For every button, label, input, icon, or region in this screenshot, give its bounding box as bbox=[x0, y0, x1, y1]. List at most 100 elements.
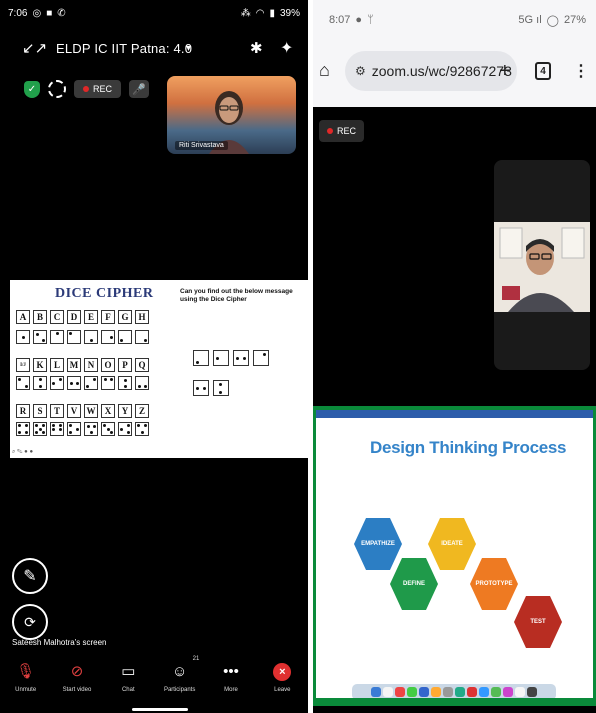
die-18 bbox=[33, 422, 47, 436]
meeting-title[interactable]: ELDP IC IIT Patna: 4.0 bbox=[56, 41, 192, 56]
die-19 bbox=[50, 422, 64, 436]
slide-canvas: Design Thinking Process EMPATHIZE DEFINE… bbox=[316, 410, 593, 698]
browser-chrome: 8:07 ● ᛘ 5G ıl ◯ 27% ⌂ ⚙ zoom.us/wc/9286… bbox=[313, 0, 596, 107]
die-9 bbox=[16, 376, 30, 390]
leave-button[interactable]: × Leave bbox=[257, 654, 308, 702]
recording-badge[interactable]: REC bbox=[74, 80, 122, 98]
letter-cell: Y bbox=[118, 404, 132, 418]
chat-icon: ▭ bbox=[121, 663, 136, 680]
shield-icon[interactable]: ✓ bbox=[24, 80, 40, 98]
letter-cell: F bbox=[101, 310, 115, 324]
participants-icon: ☺ bbox=[171, 663, 188, 680]
die-11 bbox=[50, 376, 64, 390]
letter-row-1: A B C D E F G H bbox=[16, 310, 149, 324]
die-2 bbox=[33, 330, 47, 344]
status-time: 7:06 bbox=[8, 7, 28, 19]
record-dot-icon bbox=[327, 128, 333, 134]
more-icon: ••• bbox=[223, 663, 239, 680]
app-icon[interactable] bbox=[407, 687, 417, 697]
start-video-button[interactable]: ⊘ Start video bbox=[51, 654, 102, 702]
annotation-tools-icon[interactable]: ⌕ ✎ ● ● bbox=[12, 449, 33, 456]
dice-row-1 bbox=[16, 330, 149, 344]
toolbar-label: Unmute bbox=[15, 687, 37, 693]
app-icon[interactable] bbox=[431, 687, 441, 697]
new-tab-icon[interactable]: + bbox=[499, 60, 511, 83]
gesture-bar[interactable] bbox=[132, 708, 188, 711]
muted-mic-icon[interactable]: 🎤 bbox=[129, 80, 150, 98]
app-icon[interactable] bbox=[455, 687, 465, 697]
minimize-icon[interactable]: ↙↗ bbox=[22, 39, 47, 57]
app-icon[interactable] bbox=[515, 687, 525, 697]
rotate-screen-icon[interactable]: ⟳ bbox=[12, 604, 48, 640]
cipher-message-row-2 bbox=[193, 380, 229, 396]
letter-cell: T bbox=[50, 404, 64, 418]
letter-cell: D bbox=[67, 310, 81, 324]
site-settings-icon[interactable]: ⚙ bbox=[355, 64, 366, 78]
toolbar-label: More bbox=[224, 687, 238, 693]
message-die bbox=[253, 350, 269, 366]
letter-cell: Z bbox=[135, 404, 149, 418]
app-icon[interactable] bbox=[443, 687, 453, 697]
participants-button[interactable]: ☺ 21 Participants bbox=[154, 654, 205, 702]
overflow-menu-icon[interactable]: ⋮ bbox=[573, 61, 589, 81]
die-21 bbox=[84, 422, 98, 436]
rec-label: REC bbox=[337, 126, 357, 136]
participant-video[interactable] bbox=[494, 222, 590, 312]
app-icon[interactable] bbox=[419, 687, 429, 697]
instagram-icon: ◎ bbox=[32, 7, 42, 19]
annotate-pencil-icon[interactable]: ✎ bbox=[12, 558, 48, 594]
die-23 bbox=[118, 422, 132, 436]
die-6 bbox=[101, 330, 115, 344]
letter-cell: L bbox=[50, 358, 64, 372]
unmute-button[interactable]: 🎙 Unmute bbox=[0, 654, 51, 702]
app-icon[interactable] bbox=[503, 687, 513, 697]
recording-badge[interactable]: REC bbox=[319, 120, 365, 142]
letter-cell: A bbox=[16, 310, 30, 324]
presenter-menubar bbox=[316, 410, 593, 418]
url-text[interactable]: zoom.us/wc/92867273 bbox=[372, 63, 512, 79]
app-icon[interactable] bbox=[395, 687, 405, 697]
meeting-toolbar: 🎙 Unmute ⊘ Start video ▭ Chat ☺ 21 Parti… bbox=[0, 654, 308, 702]
letter-cell: B bbox=[33, 310, 47, 324]
message-die bbox=[213, 380, 229, 396]
right-phone-browser: 8:07 ● ᛘ 5G ıl ◯ 27% ⌂ ⚙ zoom.us/wc/9286… bbox=[313, 0, 596, 713]
app-icon[interactable] bbox=[479, 687, 489, 697]
letter-cell: G bbox=[118, 310, 132, 324]
screenshot-composite: 7:06 ◎ ■ ✆ ⁂ ◠ ▮ 39% ↙↗ ELDP IC IIT Patn… bbox=[0, 0, 596, 713]
phone-icon: ✆ bbox=[57, 7, 66, 19]
trash-icon[interactable] bbox=[527, 687, 537, 697]
chevron-down-icon[interactable]: ▾ bbox=[186, 43, 191, 54]
home-icon[interactable]: ⌂ bbox=[319, 60, 339, 82]
finder-app-icon[interactable] bbox=[371, 687, 381, 697]
letter-row-3: R S T V W X Y Z bbox=[16, 404, 149, 418]
battery-icon: ▮ bbox=[269, 7, 275, 19]
step-test: TEST bbox=[514, 596, 562, 648]
chat-button[interactable]: ▭ Chat bbox=[103, 654, 154, 702]
pip-video-tile[interactable]: Riti Srivastava bbox=[167, 76, 296, 154]
address-bar[interactable]: ⚙ zoom.us/wc/92867273 bbox=[345, 51, 517, 91]
tab-switcher-button[interactable]: 4 bbox=[535, 62, 551, 80]
letter-cell: X bbox=[101, 404, 115, 418]
shared-slide: Design Thinking Process EMPATHIZE DEFINE… bbox=[313, 406, 596, 706]
app-icon[interactable] bbox=[467, 687, 477, 697]
status-bar-left: 7:06 ◎ ■ ✆ ⁂ ◠ ▮ 39% bbox=[0, 0, 308, 26]
die-1 bbox=[16, 330, 30, 344]
letter-cell: K bbox=[33, 358, 47, 372]
app-icon[interactable] bbox=[383, 687, 393, 697]
more-button[interactable]: ••• More bbox=[205, 654, 256, 702]
shared-screen: DICE CIPHER A B C D E F G H I/J K L M N … bbox=[10, 280, 308, 458]
notification-icon: ● bbox=[355, 14, 363, 26]
ai-sparkle-icon[interactable]: ✦ bbox=[280, 38, 293, 58]
letter-row-2: I/J K L M N O P Q bbox=[16, 358, 149, 372]
die-16 bbox=[135, 376, 149, 390]
app-icon[interactable] bbox=[491, 687, 501, 697]
message-die bbox=[233, 350, 249, 366]
step-prototype: PROTOTYPE bbox=[470, 558, 518, 610]
mic-off-icon: 🎙 bbox=[16, 663, 36, 680]
bluetooth-icon[interactable]: ✱ bbox=[250, 39, 263, 57]
die-12 bbox=[67, 376, 81, 390]
die-4 bbox=[67, 330, 81, 344]
dice-row-3 bbox=[16, 422, 149, 436]
loop-icon[interactable] bbox=[48, 80, 66, 98]
message-die bbox=[213, 350, 229, 366]
